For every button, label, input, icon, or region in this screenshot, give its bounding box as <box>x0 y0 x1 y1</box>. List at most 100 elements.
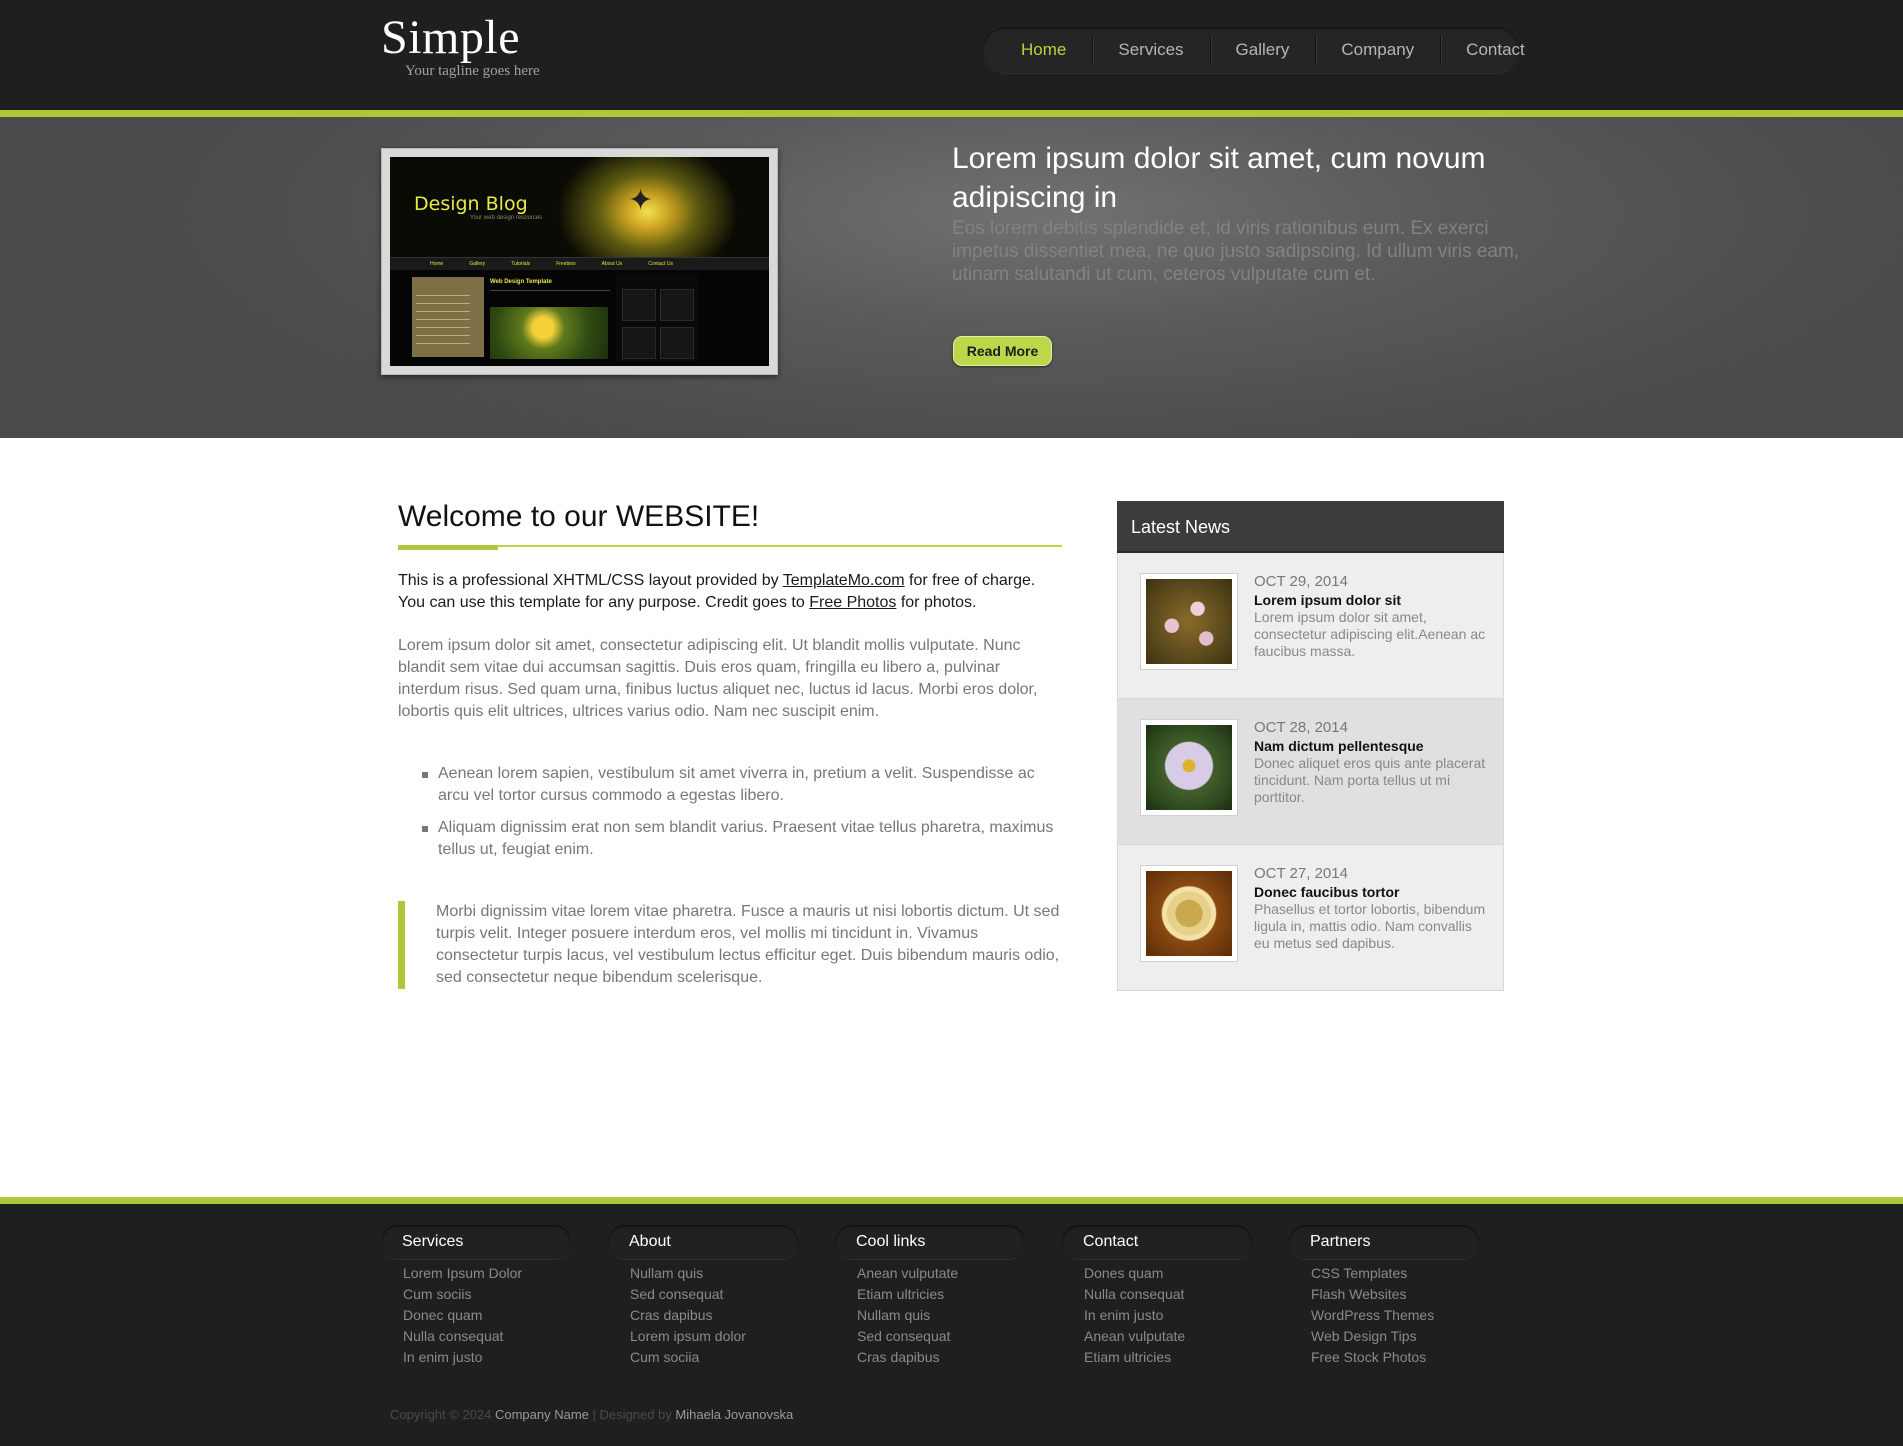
news-item[interactable]: OCT 29, 2014 Lorem ipsum dolor sit Lorem… <box>1117 553 1504 699</box>
footer-link[interactable]: Cum sociis <box>403 1284 571 1305</box>
copyright-prefix: Copyright © 2024 <box>390 1407 495 1422</box>
welcome-heading: Welcome to our WEBSITE! <box>398 500 760 533</box>
footer-link[interactable]: CSS Templates <box>1311 1263 1479 1284</box>
butterfly-icon: ✦ <box>628 184 654 217</box>
footer-link[interactable]: Nullam quis <box>857 1305 1025 1326</box>
footer-link[interactable]: Cras dapibus <box>630 1305 798 1326</box>
hero-banner: Design Blog Your web design resources ✦ … <box>0 117 1903 438</box>
news-date: OCT 27, 2014 <box>1254 865 1348 882</box>
news-title[interactable]: Donec faucibus tortor <box>1254 884 1399 900</box>
footer-link[interactable]: Etiam ultricies <box>1084 1347 1252 1368</box>
screenshot-title: Design Blog <box>414 193 528 215</box>
screenshot-sidebar-lines <box>416 295 470 351</box>
footer-link[interactable]: Dones quam <box>1084 1263 1252 1284</box>
free-photos-link[interactable]: Free Photos <box>809 594 896 611</box>
screenshot-nav-item: Home <box>430 261 444 267</box>
footer-accent-stripe <box>0 1197 1903 1204</box>
nav-contact[interactable]: Contact <box>1440 27 1551 73</box>
screenshot-subtitle: Your web design resources <box>470 215 543 221</box>
main-nav: Home Services Gallery Company Contact <box>983 27 1525 73</box>
screenshot-nav-item: Freebies <box>556 261 576 267</box>
templatemo-link[interactable]: TemplateMo.com <box>783 572 905 589</box>
footer-link[interactable]: Free Stock Photos <box>1311 1347 1479 1368</box>
body-paragraph: Lorem ipsum dolor sit amet, consectetur … <box>398 637 1038 720</box>
copyright-line: Copyright © 2024 Company Name | Designed… <box>390 1407 793 1422</box>
footer-link[interactable]: Web Design Tips <box>1311 1326 1479 1347</box>
footer-link[interactable]: Cras dapibus <box>857 1347 1025 1368</box>
footer-link-list: Nullam quis Sed consequat Cras dapibus L… <box>608 1263 798 1368</box>
site-footer: Services Lorem Ipsum Dolor Cum sociis Do… <box>0 1197 1903 1446</box>
footer-link[interactable]: Sed consequat <box>630 1284 798 1305</box>
nav-services[interactable]: Services <box>1092 27 1209 73</box>
bullet-item: Aliquam dignissim erat non sem blandit v… <box>398 817 1058 861</box>
footer-link-list: Dones quam Nulla consequat In enim justo… <box>1062 1263 1252 1368</box>
footer-link[interactable]: In enim justo <box>1084 1305 1252 1326</box>
read-more-button[interactable]: Read More <box>953 336 1052 366</box>
footer-link[interactable]: Nulla consequat <box>403 1326 571 1347</box>
footer-link[interactable]: Lorem Ipsum Dolor <box>403 1263 571 1284</box>
news-title[interactable]: Lorem ipsum dolor sit <box>1254 592 1401 608</box>
hero-text: Eos lorem debitis splendide et, id viris… <box>952 218 1520 285</box>
intro-text-part: for photos. <box>896 594 977 611</box>
screenshot-post-title: Web Design Template <box>490 279 552 285</box>
designer-link[interactable]: Mihaela Jovanovska <box>675 1407 793 1422</box>
news-thumbnail[interactable] <box>1140 719 1238 816</box>
footer-link[interactable]: Donec quam <box>403 1305 571 1326</box>
footer-link[interactable]: Anean vulputate <box>857 1263 1025 1284</box>
screenshot-nav-item: Contact Us <box>648 261 673 267</box>
news-item[interactable]: OCT 27, 2014 Donec faucibus tortor Phase… <box>1117 845 1504 991</box>
screenshot-nav-item: Gallery <box>469 261 486 267</box>
footer-link-list: CSS Templates Flash Websites WordPress T… <box>1289 1263 1479 1368</box>
footer-link[interactable]: Nulla consequat <box>1084 1284 1252 1305</box>
footer-link[interactable]: Sed consequat <box>857 1326 1025 1347</box>
screenshot-ad-box <box>622 289 656 321</box>
header-accent-stripe <box>0 110 1903 117</box>
screenshot-nav: Home Gallery Tutorials Freebies About Us… <box>390 257 769 270</box>
screenshot-sponsors <box>616 275 698 361</box>
designed-by-label: | Designed by <box>588 1407 676 1422</box>
screenshot-nav-item: About Us <box>601 261 623 267</box>
site-header: Simple Your tagline goes here Home Servi… <box>0 0 1903 117</box>
footer-link-list: Lorem Ipsum Dolor Cum sociis Donec quam … <box>381 1263 571 1368</box>
footer-link[interactable]: In enim justo <box>403 1347 571 1368</box>
footer-link[interactable]: Nullam quis <box>630 1263 798 1284</box>
footer-link[interactable]: Flash Websites <box>1311 1284 1479 1305</box>
intro-text-part: This is a professional XHTML/CSS layout … <box>398 572 783 589</box>
news-item[interactable]: OCT 28, 2014 Nam dictum pellentesque Don… <box>1117 699 1504 845</box>
footer-link[interactable]: Etiam ultricies <box>857 1284 1025 1305</box>
news-date: OCT 29, 2014 <box>1254 573 1348 590</box>
footer-link[interactable]: Anean vulputate <box>1084 1326 1252 1347</box>
latest-news-panel: Latest News OCT 29, 2014 Lorem ipsum dol… <box>1117 501 1504 991</box>
news-thumbnail[interactable] <box>1140 865 1238 962</box>
footer-link-list: Anean vulputate Etiam ultricies Nullam q… <box>835 1263 1025 1368</box>
footer-column-heading: Services <box>381 1225 571 1259</box>
news-excerpt: Phasellus et tortor lobortis, bibendum l… <box>1254 901 1486 951</box>
footer-link[interactable]: WordPress Themes <box>1311 1305 1479 1326</box>
news-excerpt: Donec aliquet eros quis ante placerat ti… <box>1254 755 1486 805</box>
footer-column-heading: Contact <box>1062 1225 1252 1259</box>
footer-link[interactable]: Lorem ipsum dolor <box>630 1326 798 1347</box>
footer-column-heading: Cool links <box>835 1225 1025 1259</box>
footer-column-about: About Nullam quis Sed consequat Cras dap… <box>608 1225 798 1368</box>
screenshot-post-image <box>490 307 608 359</box>
hero-title: Lorem ipsum dolor sit amet, cum novum ad… <box>952 142 1486 214</box>
nav-gallery[interactable]: Gallery <box>1209 27 1316 73</box>
news-thumbnail[interactable] <box>1140 573 1238 670</box>
company-name-link[interactable]: Company Name <box>495 1407 589 1422</box>
orchid-photo <box>1146 579 1232 664</box>
latest-news-heading: Latest News <box>1117 501 1504 553</box>
coffee-cup-photo <box>1146 871 1232 956</box>
news-title[interactable]: Nam dictum pellentesque <box>1254 738 1424 754</box>
footer-column-partners: Partners CSS Templates Flash Websites Wo… <box>1289 1225 1479 1368</box>
nav-home[interactable]: Home <box>995 27 1092 73</box>
footer-link[interactable]: Cum sociia <box>630 1347 798 1368</box>
news-excerpt: Lorem ipsum dolor sit amet, consectetur … <box>1254 609 1486 659</box>
hero-screenshot-frame[interactable]: Design Blog Your web design resources ✦ … <box>381 148 778 375</box>
blockquote: Morbi dignissim vitae lorem vitae pharet… <box>398 901 1062 989</box>
heading-underline-accent <box>398 545 498 550</box>
footer-column-heading: Partners <box>1289 1225 1479 1259</box>
footer-column-contact: Contact Dones quam Nulla consequat In en… <box>1062 1225 1252 1368</box>
bullet-item: Aenean lorem sapien, vestibulum sit amet… <box>398 763 1058 807</box>
site-logo[interactable]: Simple <box>381 10 520 65</box>
nav-company[interactable]: Company <box>1315 27 1440 73</box>
